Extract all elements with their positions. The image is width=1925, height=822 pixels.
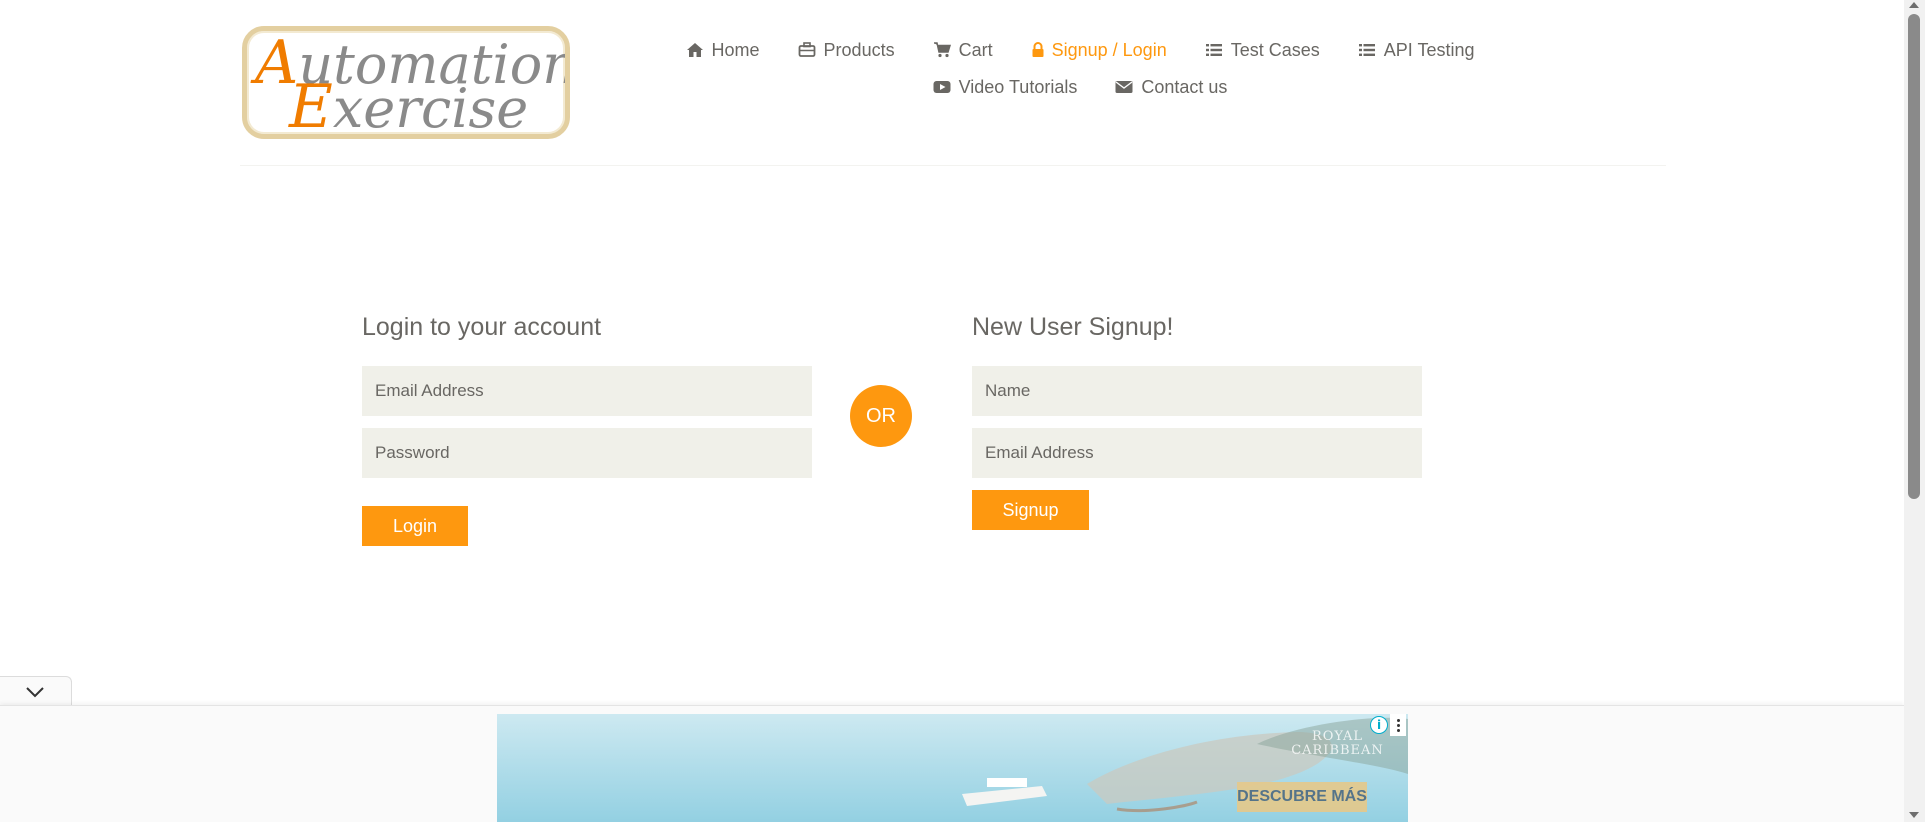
main-nav: Home Products Cart Signup / Login Test C… xyxy=(686,34,1474,108)
header-divider xyxy=(240,165,1666,166)
login-email-input[interactable] xyxy=(362,366,812,416)
signup-title: New User Signup! xyxy=(972,313,1174,341)
scroll-up-icon[interactable] xyxy=(1909,2,1919,8)
more-vertical-icon[interactable] xyxy=(1390,714,1406,736)
login-button[interactable]: Login xyxy=(362,506,468,546)
ad-banner[interactable]: ROYAL CARIBBEAN DESCUBRE MÁS xyxy=(497,714,1408,822)
nav-row-1: Home Products Cart Signup / Login Test C… xyxy=(686,34,1474,66)
nav-label-test-cases: Test Cases xyxy=(1230,39,1320,60)
nav-item-video-tutorials[interactable]: Video Tutorials xyxy=(933,76,1078,98)
nav-item-products[interactable]: Products xyxy=(798,40,895,61)
page: Automation Exercise Home Products Cart S… xyxy=(0,0,1904,822)
list-icon xyxy=(1358,41,1376,59)
signup-name-input[interactable] xyxy=(972,366,1422,416)
envelope-icon xyxy=(1115,78,1133,96)
scroll-thumb[interactable] xyxy=(1908,14,1920,499)
signup-form: New User Signup! Signup xyxy=(972,313,1422,530)
briefcase-icon xyxy=(798,41,816,59)
nav-item-test-cases[interactable]: Test Cases xyxy=(1205,40,1320,61)
nav-label-video-tutorials: Video Tutorials xyxy=(958,76,1078,97)
login-form: Login to your account Login xyxy=(362,313,812,546)
lock-icon xyxy=(1031,41,1045,59)
ad-cta-button[interactable]: DESCUBRE MÁS xyxy=(1237,782,1367,812)
nav-item-signup-login[interactable]: Signup / Login xyxy=(1031,40,1167,61)
signup-button[interactable]: Signup xyxy=(972,490,1089,530)
logo-graphic: Automation Exercise xyxy=(250,31,565,134)
list-icon xyxy=(1205,41,1223,59)
ad-collapse-tab[interactable] xyxy=(0,676,72,706)
youtube-icon xyxy=(933,78,951,96)
cart-icon xyxy=(933,41,951,59)
nav-item-api-testing[interactable]: API Testing xyxy=(1358,39,1475,61)
info-icon[interactable]: i xyxy=(1370,716,1388,734)
nav-label-api-testing: API Testing xyxy=(1383,39,1475,60)
login-title: Login to your account xyxy=(362,313,602,341)
or-badge: OR xyxy=(850,385,912,447)
nav-label-signup-login: Signup / Login xyxy=(1051,39,1167,60)
scroll-down-icon[interactable] xyxy=(1909,812,1919,818)
nav-label-home: Home xyxy=(711,39,760,60)
nav-label-contact-us: Contact us xyxy=(1141,76,1228,97)
nav-row-2: Video Tutorials Contact us xyxy=(700,71,1460,103)
chevron-down-icon xyxy=(26,687,44,698)
nav-label-products: Products xyxy=(823,39,895,60)
nav-item-home[interactable]: Home xyxy=(686,40,760,61)
page-scrollbar[interactable] xyxy=(1904,0,1925,822)
signup-email-input[interactable] xyxy=(972,428,1422,478)
login-password-input[interactable] xyxy=(362,428,812,478)
nav-label-cart: Cart xyxy=(958,39,993,60)
nav-item-contact-us[interactable]: Contact us xyxy=(1115,77,1227,98)
logo-text-line2: Exercise xyxy=(288,72,528,134)
ad-brand: ROYAL CARIBBEAN xyxy=(1291,729,1384,758)
nav-item-cart[interactable]: Cart xyxy=(933,40,993,61)
home-icon xyxy=(686,41,704,59)
site-logo[interactable]: Automation Exercise xyxy=(242,26,570,139)
